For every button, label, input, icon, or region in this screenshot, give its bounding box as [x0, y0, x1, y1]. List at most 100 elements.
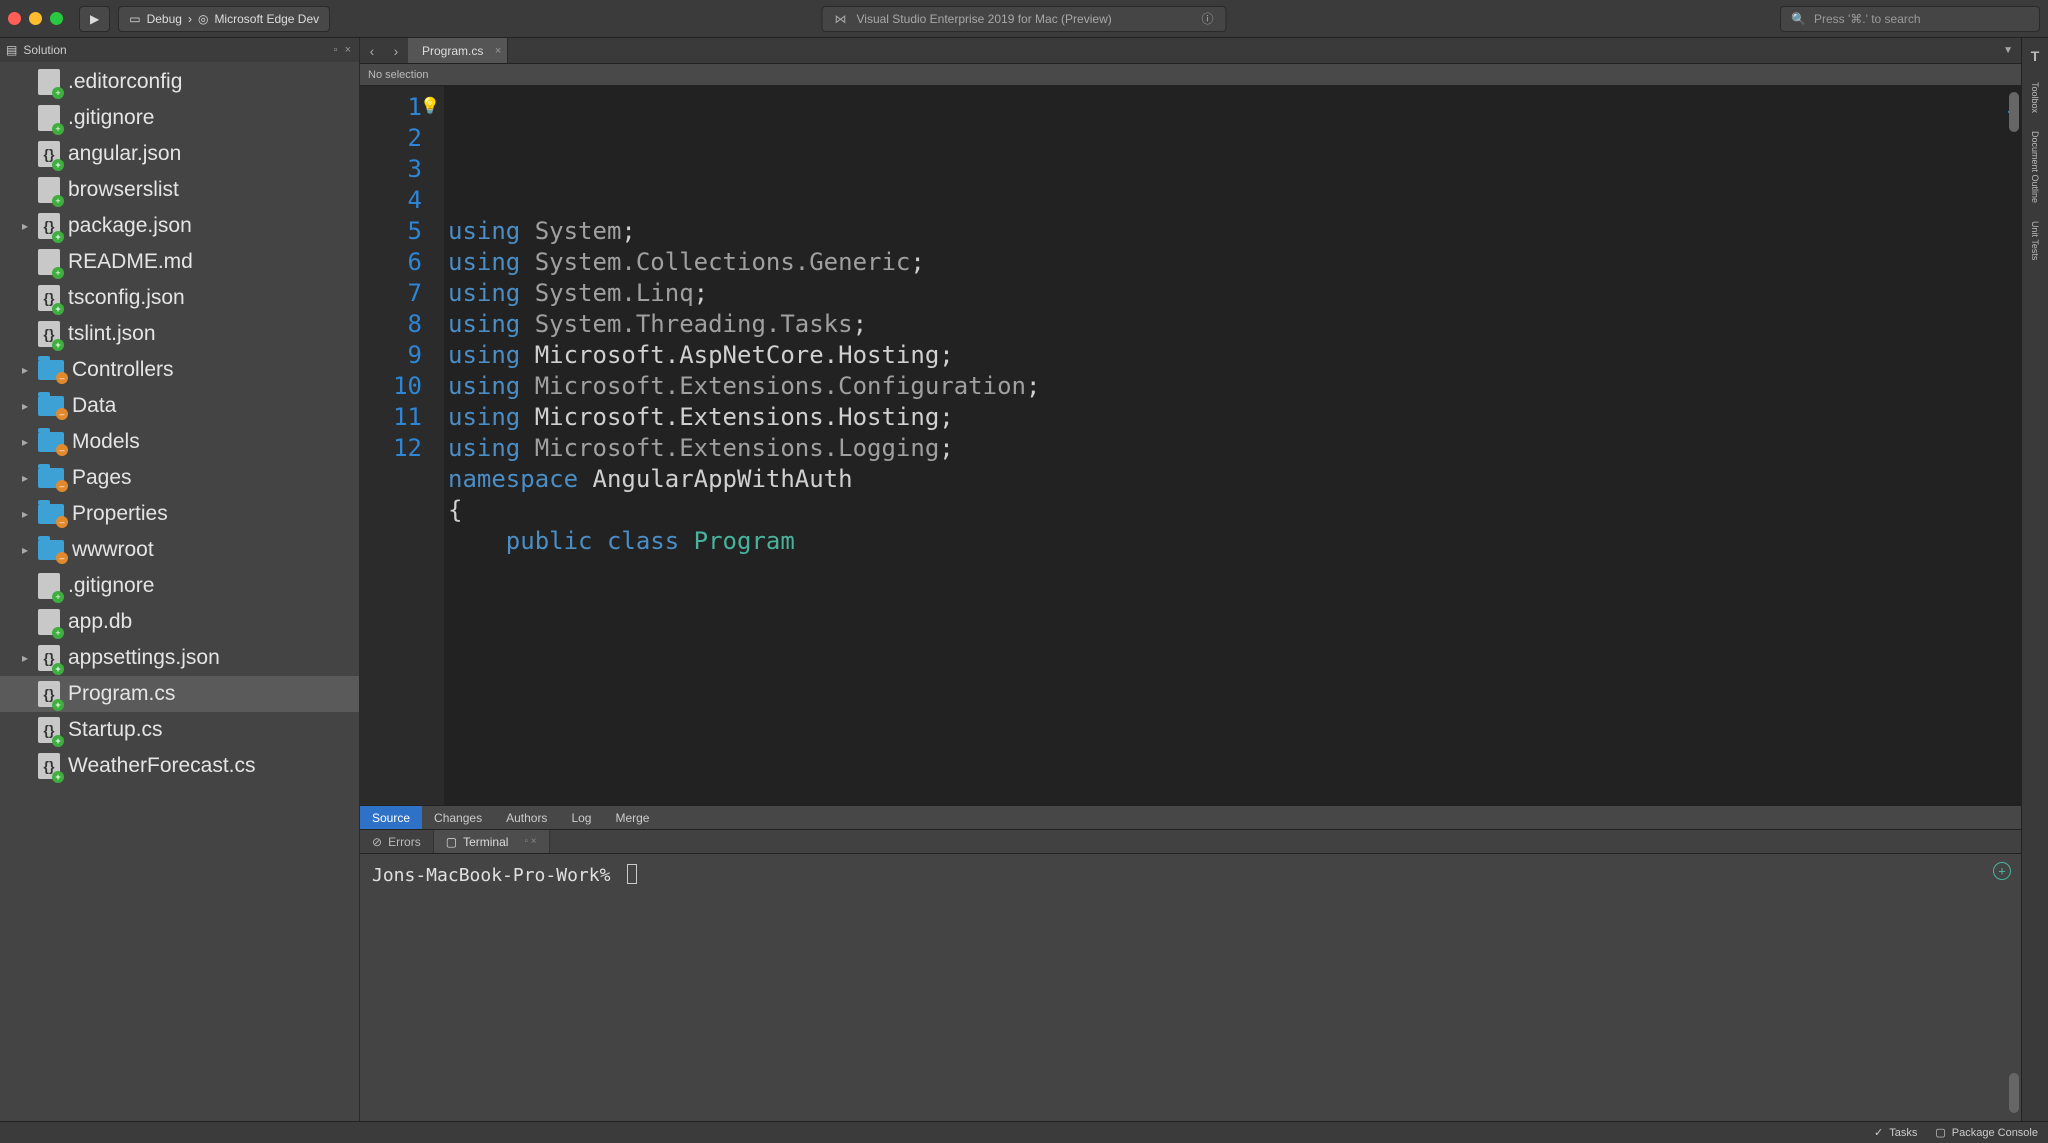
- tree-item-label: Models: [72, 430, 140, 454]
- nav-back[interactable]: ‹: [360, 38, 384, 63]
- tree-item[interactable]: + .gitignore: [0, 100, 359, 136]
- tasks-button[interactable]: ✓ Tasks: [1874, 1126, 1917, 1139]
- lightbulb-icon[interactable]: 💡: [420, 90, 440, 121]
- close-window-icon[interactable]: [8, 12, 21, 25]
- vcs-added-icon: +: [52, 771, 64, 783]
- solution-panel: ▤ Solution ▫ × +.editorconfig+.gitignore…: [0, 38, 360, 1121]
- tree-item[interactable]: +README.md: [0, 244, 359, 280]
- vcs-tab-changes[interactable]: Changes: [422, 806, 494, 829]
- close-tab-icon[interactable]: ×: [495, 45, 501, 57]
- nav-forward[interactable]: ›: [384, 38, 408, 63]
- run-button[interactable]: ▶: [79, 6, 110, 32]
- folder-icon: –: [38, 504, 64, 524]
- expander-icon[interactable]: ▸: [20, 507, 30, 521]
- tree-item-label: tslint.json: [68, 322, 156, 346]
- tree-item[interactable]: ▸–wwwroot: [0, 532, 359, 568]
- tree-item[interactable]: ▸{}+appsettings.json: [0, 640, 359, 676]
- tree-item[interactable]: ▸–Properties: [0, 496, 359, 532]
- tree-item-label: tsconfig.json: [68, 286, 185, 310]
- statusbar: ✓ Tasks ▢ Package Console: [0, 1121, 2048, 1143]
- vcs-tab-authors[interactable]: Authors: [494, 806, 559, 829]
- toolbox-icon[interactable]: T: [2031, 48, 2040, 64]
- tree-item-label: .gitignore: [68, 574, 154, 598]
- file-icon: +: [38, 573, 60, 599]
- rail-document-outline[interactable]: Document Outline: [2030, 131, 2040, 203]
- scroll-thumb[interactable]: [2009, 92, 2019, 132]
- expander-icon[interactable]: ▸: [20, 219, 30, 233]
- editor-breadcrumb[interactable]: No selection: [360, 64, 2021, 86]
- search-icon: 🔍: [1791, 12, 1806, 26]
- json-icon: {}+: [38, 681, 60, 707]
- vcs-tab-source[interactable]: Source: [360, 806, 422, 829]
- panel-terminal[interactable]: ▢Terminal▫ ×: [434, 830, 550, 853]
- run-configuration[interactable]: ▭ Debug › ◎ Microsoft Edge Dev: [118, 6, 330, 32]
- package-console-label: Package Console: [1952, 1127, 2038, 1139]
- terminal-prompt: Jons-MacBook-Pro-Work%: [372, 865, 610, 886]
- run-config-label: Debug: [147, 12, 182, 26]
- minimize-window-icon[interactable]: [29, 12, 42, 25]
- expander-icon[interactable]: ▸: [20, 363, 30, 377]
- tab-overflow-icon[interactable]: ▼: [2003, 45, 2013, 56]
- breadcrumb-text: No selection: [368, 69, 429, 81]
- code-content[interactable]: 💡 ◆ using System;using System.Collection…: [444, 86, 2021, 805]
- folder-icon: –: [38, 396, 64, 416]
- panel-errors[interactable]: ⊘Errors: [360, 830, 434, 853]
- editor-tabstrip: ‹ › Program.cs × ▼: [360, 38, 2021, 64]
- json-icon: {}+: [38, 321, 60, 347]
- zoom-window-icon[interactable]: [50, 12, 63, 25]
- editor-scrollbar[interactable]: [2007, 86, 2021, 805]
- tree-item[interactable]: +.editorconfig: [0, 64, 359, 100]
- tree-item[interactable]: {}+Program.cs: [0, 676, 359, 712]
- tree-item[interactable]: ▸–Controllers: [0, 352, 359, 388]
- expander-icon[interactable]: ▸: [20, 435, 30, 449]
- vcs-added-icon: +: [52, 663, 64, 675]
- right-rail: T Toolbox Document Outline Unit Tests: [2022, 38, 2048, 1121]
- tree-item[interactable]: ▸–Pages: [0, 460, 359, 496]
- pin-icon[interactable]: ▫ ×: [524, 836, 536, 847]
- info-icon[interactable]: ⓘ: [1201, 10, 1213, 27]
- terminal-scrollbar[interactable]: [2007, 854, 2021, 1121]
- vcs-modified-icon: –: [56, 516, 68, 528]
- tree-item[interactable]: {}+WeatherForecast.cs: [0, 748, 359, 784]
- vcs-tab-log[interactable]: Log: [559, 806, 603, 829]
- tree-item[interactable]: +app.db: [0, 604, 359, 640]
- title-pill: ⋈ Visual Studio Enterprise 2019 for Mac …: [822, 6, 1227, 32]
- expander-icon[interactable]: ▸: [20, 399, 30, 413]
- tree-item[interactable]: +browserslist: [0, 172, 359, 208]
- expander-icon[interactable]: ▸: [20, 471, 30, 485]
- json-icon: {}+: [38, 285, 60, 311]
- vcs-tab-merge[interactable]: Merge: [603, 806, 661, 829]
- tree-item-label: .gitignore: [68, 106, 154, 130]
- global-search[interactable]: 🔍 Press '⌘.' to search: [1780, 6, 2040, 32]
- tab-label: Program.cs: [422, 44, 483, 58]
- tree-item[interactable]: {}+angular.json: [0, 136, 359, 172]
- expander-icon[interactable]: ▸: [20, 651, 30, 665]
- tree-item[interactable]: ▸–Data: [0, 388, 359, 424]
- file-icon: +: [38, 249, 60, 275]
- tree-item-label: appsettings.json: [68, 646, 220, 670]
- vs-logo-icon: ⋈: [835, 12, 847, 26]
- separator: ›: [188, 12, 192, 26]
- scroll-thumb[interactable]: [2009, 1073, 2019, 1113]
- rail-unit-tests[interactable]: Unit Tests: [2030, 221, 2040, 260]
- tree-item[interactable]: ▸{}+package.json: [0, 208, 359, 244]
- tree-item[interactable]: + .gitignore: [0, 568, 359, 604]
- folder-icon: –: [38, 432, 64, 452]
- file-icon: +: [38, 105, 60, 131]
- tree-item[interactable]: {}+Startup.cs: [0, 712, 359, 748]
- line-gutter: 123456789101112: [360, 86, 444, 805]
- terminal-panel[interactable]: Jons-MacBook-Pro-Work% +: [360, 853, 2021, 1121]
- package-console-button[interactable]: ▢ Package Console: [1935, 1126, 2038, 1139]
- vcs-added-icon: +: [52, 267, 64, 279]
- tree-item[interactable]: {}+ tsconfig.json: [0, 280, 359, 316]
- tree-item-label: wwwroot: [72, 538, 154, 562]
- tree-item[interactable]: ▸–Models: [0, 424, 359, 460]
- panel-tools[interactable]: ▫ ×: [334, 44, 353, 56]
- expander-icon[interactable]: ▸: [20, 543, 30, 557]
- tree-item[interactable]: {}+ tslint.json: [0, 316, 359, 352]
- solution-tree[interactable]: +.editorconfig + .gitignore {}+angular.json…: [0, 62, 359, 1121]
- editor-tab-program[interactable]: Program.cs ×: [408, 38, 508, 63]
- rail-toolbox[interactable]: Toolbox: [2030, 82, 2040, 113]
- tree-item-label: browserslist: [68, 178, 179, 202]
- code-editor[interactable]: 123456789101112 💡 ◆ using System;using S…: [360, 86, 2021, 805]
